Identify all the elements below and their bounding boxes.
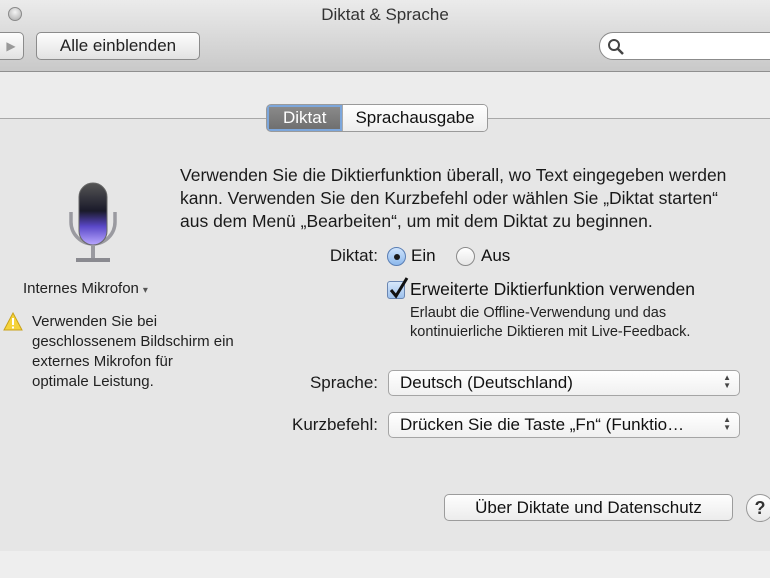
- dictation-off-label[interactable]: Aus: [481, 246, 510, 266]
- microphone-label: Internes Mikrofon: [23, 280, 139, 297]
- window-title: Diktat & Sprache: [321, 5, 449, 24]
- tab-diktat[interactable]: Diktat: [267, 105, 343, 131]
- show-all-button[interactable]: Alle einblenden: [36, 32, 200, 60]
- dictation-on-label[interactable]: Ein: [411, 246, 436, 266]
- microphone-select[interactable]: Internes Mikrofon ▾: [23, 280, 148, 297]
- checkmark-icon: [389, 277, 409, 299]
- shortcut-value: Drücken Sie die Taste „Fn“ (Funktio…: [400, 415, 685, 434]
- tab-sprachausgabe[interactable]: Sprachausgabe: [342, 105, 487, 131]
- dictation-off-radio[interactable]: [456, 247, 475, 266]
- enhanced-dictation-description: Erlaubt die Offline-Verwendung und das k…: [410, 305, 691, 340]
- enhanced-dictation-checkbox[interactable]: [387, 277, 409, 299]
- forward-button[interactable]: ▶: [0, 32, 24, 60]
- updown-arrows-icon: ▲ ▼: [723, 415, 731, 432]
- intro-text: Verwenden Sie die Diktierfunktion überal…: [180, 165, 727, 231]
- dictation-label: Diktat:: [329, 246, 378, 265]
- updown-arrows-icon: ▲ ▼: [723, 373, 731, 390]
- title-bar: Diktat & Sprache ▶ Alle einblenden: [0, 0, 770, 72]
- chevron-down-icon: ▾: [142, 285, 148, 296]
- search-input[interactable]: [599, 32, 770, 60]
- language-label: Sprache:: [309, 373, 378, 392]
- help-button[interactable]: ?: [746, 494, 770, 522]
- language-value: Deutsch (Deutschland): [400, 373, 573, 392]
- warning-text: Verwenden Sie bei geschlossenem Bildschi…: [32, 313, 234, 390]
- warning-icon: [3, 312, 23, 331]
- about-dictation-privacy-button[interactable]: Über Diktate und Datenschutz: [444, 494, 733, 521]
- forward-arrow-icon: ▶: [6, 39, 16, 53]
- search-icon: [608, 39, 624, 55]
- window-bottom: [0, 551, 770, 578]
- shortcut-select[interactable]: Drücken Sie die Taste „Fn“ (Funktio… ▲ ▼: [388, 412, 740, 438]
- enhanced-dictation-label[interactable]: Erweiterte Diktierfunktion verwenden: [410, 279, 695, 300]
- microphone-icon: [69, 182, 117, 262]
- dictation-on-radio[interactable]: [387, 247, 406, 266]
- shortcut-label: Kurzbefehl:: [292, 415, 378, 434]
- tab-bar: Diktat Sprachausgabe: [266, 104, 488, 132]
- language-select[interactable]: Deutsch (Deutschland) ▲ ▼: [388, 370, 740, 396]
